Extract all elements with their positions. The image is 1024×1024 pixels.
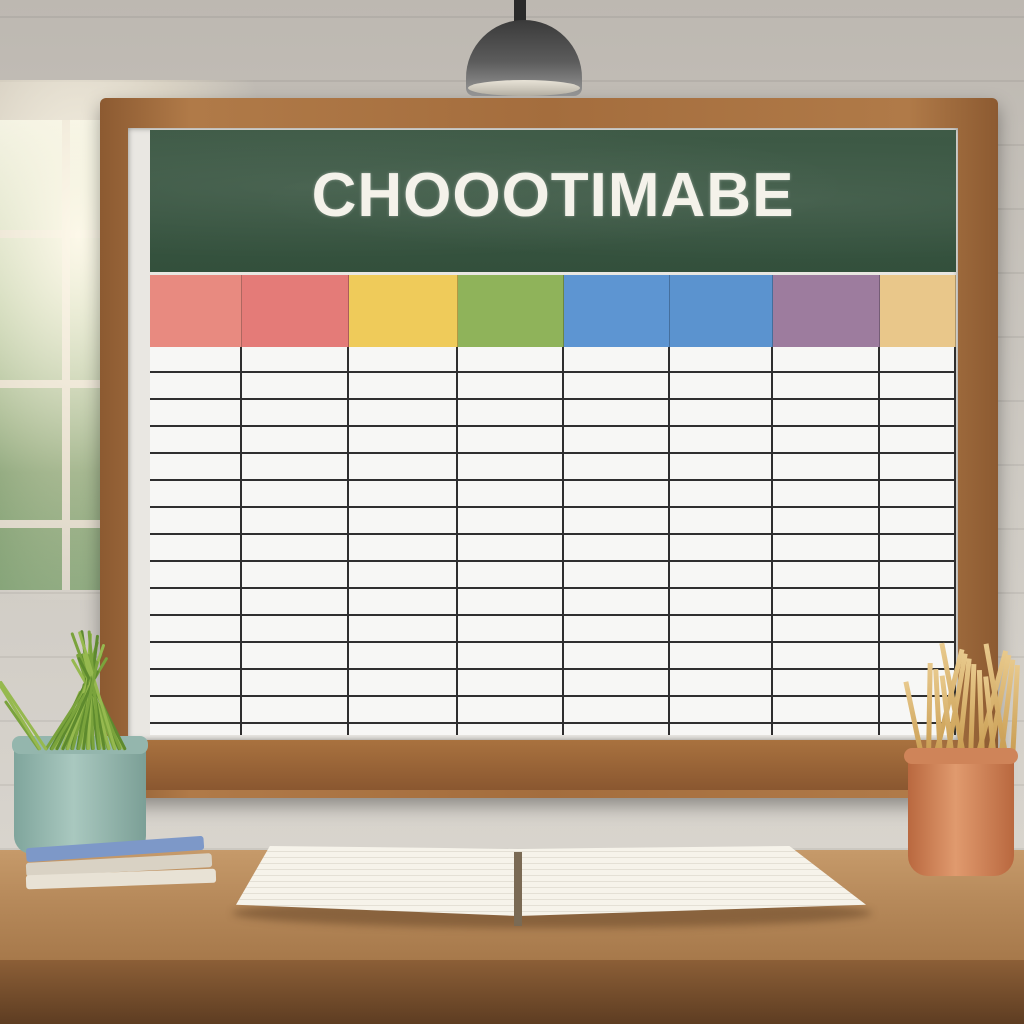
desk-edge [0,960,1024,1024]
board-ledge [120,740,920,790]
book-spine [514,852,522,926]
lamp-rim [468,80,580,96]
book-left-page [236,846,518,916]
pencil-bundle [903,640,1020,761]
timetable-column-header [880,275,956,347]
timetable-column-header [150,275,242,347]
timetable-column [564,347,670,735]
plant-pot [14,742,146,854]
timetable-column [773,347,880,735]
pencil [926,662,933,761]
timetable-column-header [242,275,349,347]
pencil-pot-rim [904,748,1018,764]
grass-blade [0,680,48,751]
timetable [150,275,956,735]
timetable-column-header [670,275,773,347]
pencil-pot [908,752,1014,876]
timetable-column [670,347,773,735]
timetable-column [349,347,458,735]
timetable-column [458,347,564,735]
timetable-column [150,347,242,735]
timetable-column [242,347,349,735]
grass-plant [0,600,158,751]
board-title: CHOOOTIMABE [311,161,795,230]
timetable-column-header [349,275,458,347]
timetable-column-header [564,275,670,347]
timetable-column-header [458,275,564,347]
timetable-column-header [773,275,880,347]
